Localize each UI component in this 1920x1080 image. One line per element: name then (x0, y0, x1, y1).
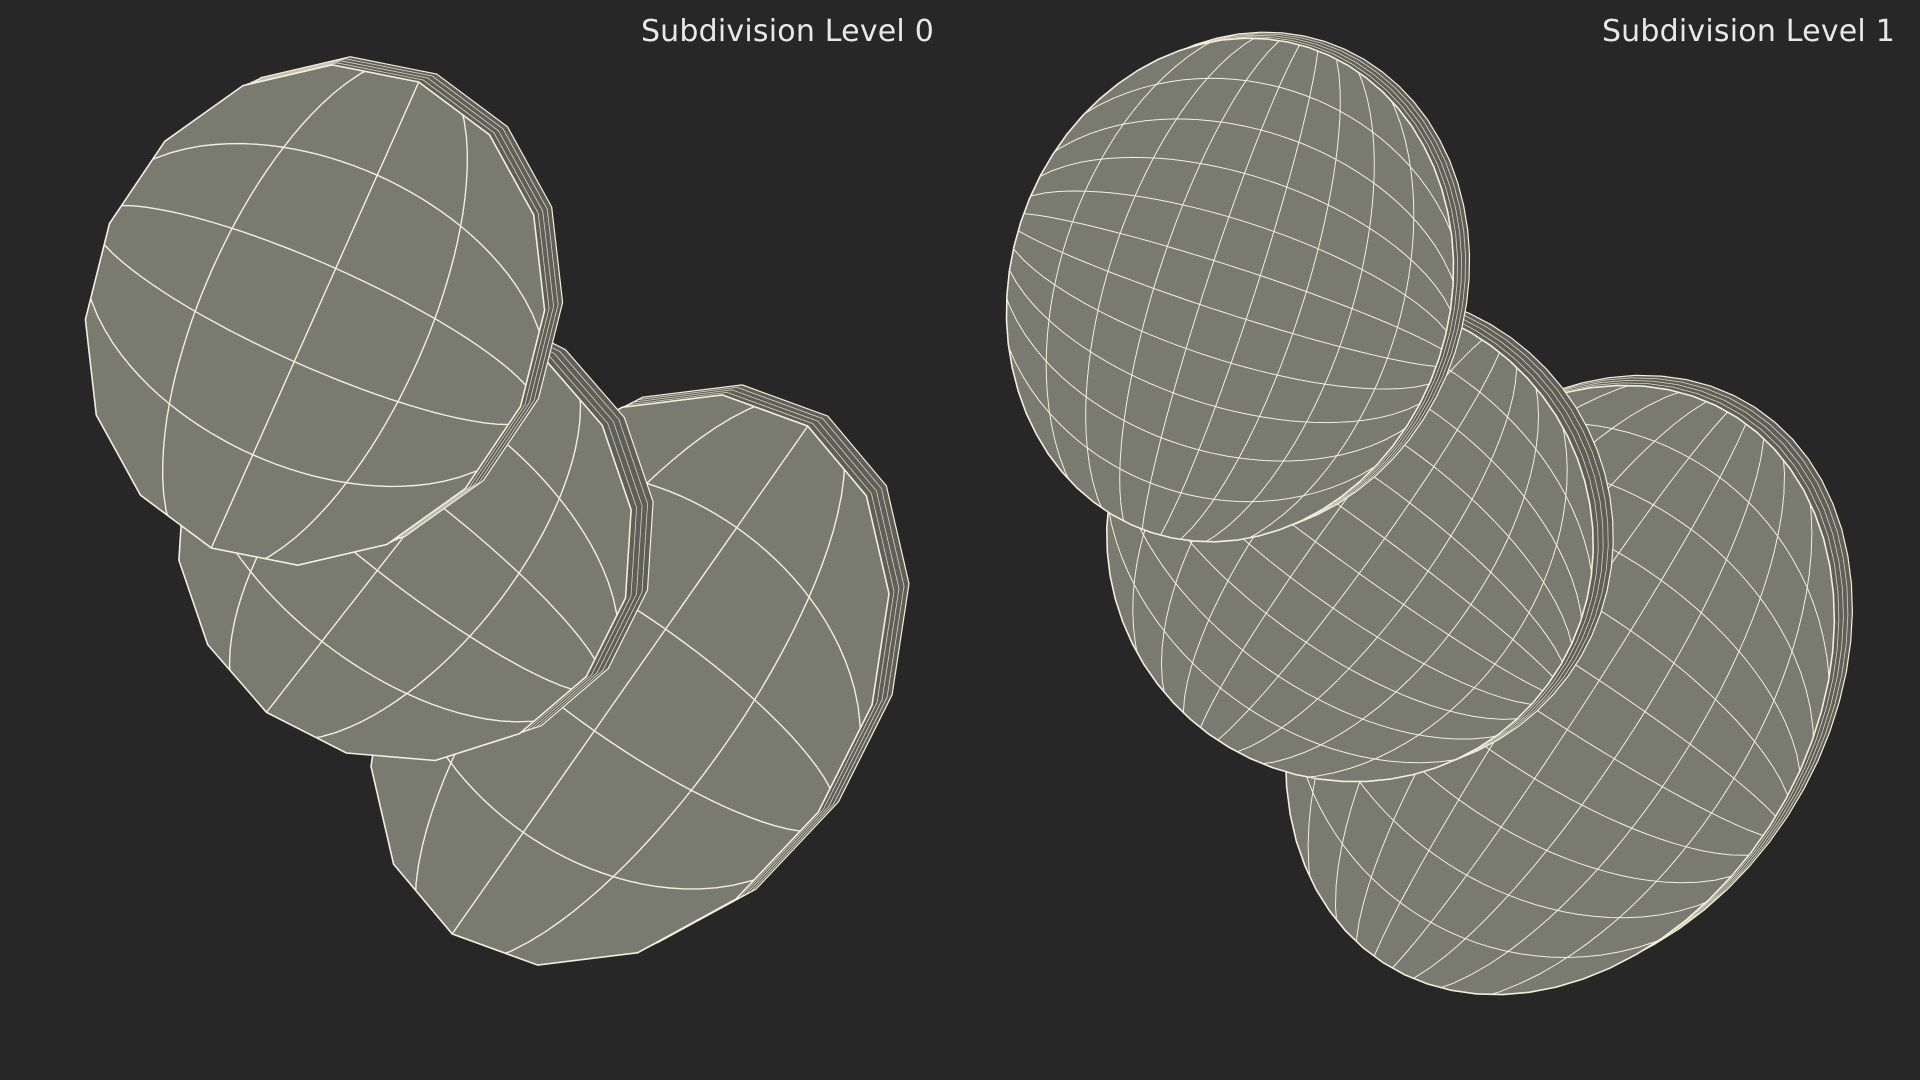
subdivision-level-0-caption: Subdivision Level 0 (640, 14, 934, 49)
level-0-panel (84, 56, 910, 966)
viewport-render (84, 31, 1854, 996)
level-1-panel (1005, 31, 1854, 996)
subdivision-level-1-caption: Subdivision Level 1 (1601, 14, 1895, 49)
